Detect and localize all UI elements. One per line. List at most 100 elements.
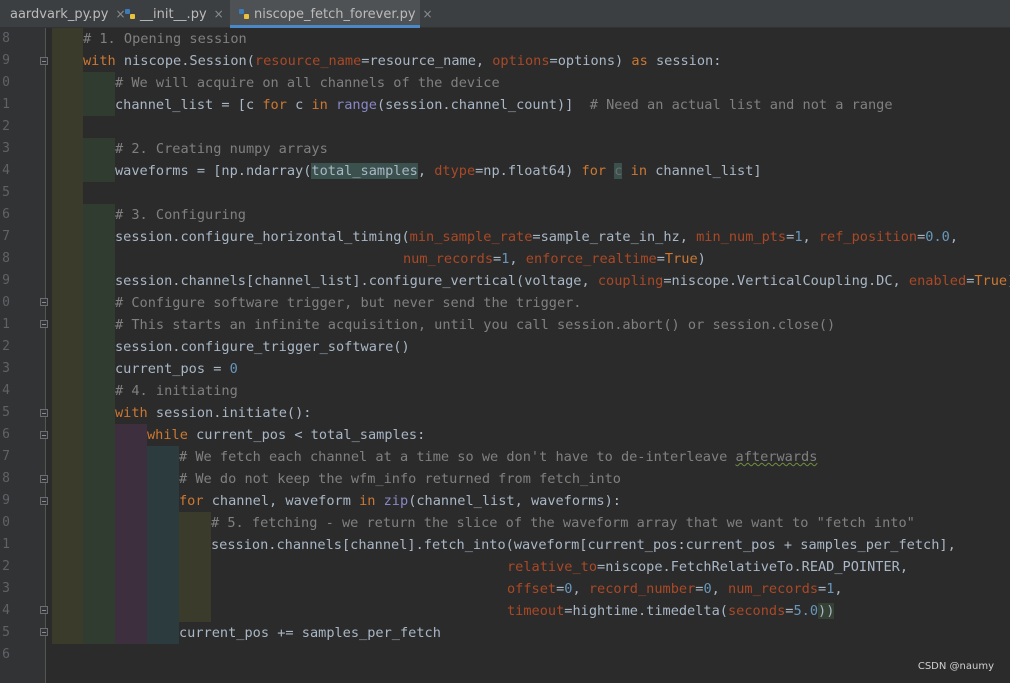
code-text: (session.channel_count)] xyxy=(376,97,590,113)
code-text: (channel_list, waveforms): xyxy=(408,493,621,509)
code-line: # 2. Creating numpy arrays xyxy=(115,138,328,160)
indent-guide-level-2 xyxy=(83,204,115,644)
code-line: offset=0, record_number=0, num_records=1… xyxy=(507,578,843,600)
number: 1 xyxy=(794,229,803,245)
code-line: current_pos += samples_per_fetch xyxy=(179,622,441,644)
line-number: 7 xyxy=(2,449,10,464)
close-icon[interactable]: × xyxy=(214,7,224,21)
code-line: # 5. fetching - we return the slice of t… xyxy=(211,512,915,534)
tab-niscope-fetch-forever[interactable]: niscope_fetch_forever.py × xyxy=(230,0,433,28)
fold-toggle-icon[interactable] xyxy=(40,409,48,417)
parameter: record_number xyxy=(588,581,696,597)
fold-toggle-icon[interactable] xyxy=(40,497,48,505)
line-number: 9 xyxy=(2,493,10,508)
line-number: 2 xyxy=(2,339,10,354)
code-text: niscope.Session( xyxy=(115,53,255,69)
code-line: while current_pos < total_samples: xyxy=(147,424,425,446)
code-text: current_pos < total_samples: xyxy=(187,427,426,443)
keyword: for xyxy=(179,493,204,509)
parameter: num_records xyxy=(728,581,819,597)
keyword: for xyxy=(581,163,607,179)
parameter: resource_name xyxy=(254,53,362,69)
parameter: enforce_realtime xyxy=(525,251,657,267)
number: 0.0 xyxy=(925,229,950,245)
code-text: )) xyxy=(818,603,835,619)
code-text: = xyxy=(656,251,665,267)
parameter: dtype xyxy=(434,163,476,179)
code-text: c xyxy=(286,97,312,113)
fold-toggle-icon[interactable] xyxy=(40,298,48,306)
line-number: 3 xyxy=(2,141,10,156)
python-file-icon xyxy=(239,9,249,19)
code-line: relative_to=niscope.FetchRelativeTo.READ… xyxy=(507,556,908,578)
tab-init-py[interactable]: __init__.py × xyxy=(124,0,228,28)
code-line: # 4. initiating xyxy=(115,380,238,402)
parameter: options xyxy=(492,53,550,69)
line-number-gutter[interactable]: 8 9 0 1 2 3 4 5 6 7 8 9 0 1 2 3 4 5 6 7 … xyxy=(0,28,48,683)
code-text: =options) xyxy=(549,53,632,69)
code-text: session.initiate(): xyxy=(147,405,312,421)
code-line: with niscope.Session(resource_name=resou… xyxy=(83,50,721,72)
tab-label: __init__.py xyxy=(140,7,207,22)
code-text: =np.float64) xyxy=(475,163,582,179)
code-text: channel_list] xyxy=(647,163,762,179)
parameter: min_sample_rate xyxy=(409,229,533,245)
tab-aardvark-py[interactable]: aardvark_py.py × xyxy=(0,0,126,28)
code-text: , xyxy=(509,251,526,267)
fold-toggle-icon[interactable] xyxy=(40,606,48,614)
code-text: , xyxy=(834,581,843,597)
fold-toggle-icon[interactable] xyxy=(40,475,48,483)
comment-typo: afterwards xyxy=(735,449,818,465)
code-line: # We will acquire on all channels of the… xyxy=(115,72,500,94)
fold-toggle-icon[interactable] xyxy=(40,431,48,439)
close-icon[interactable]: × xyxy=(423,7,433,21)
code-text: session.configure_horizontal_timing( xyxy=(115,229,410,245)
code-text: =niscope.FetchRelativeTo.READ_POINTER, xyxy=(597,559,909,575)
fold-toggle-icon[interactable] xyxy=(40,320,48,328)
code-line: with session.initiate(): xyxy=(115,402,311,424)
code-text: current_pos += samples_per_fetch xyxy=(179,625,441,641)
parameter: timeout xyxy=(507,603,565,619)
fold-toggle-icon[interactable] xyxy=(40,628,48,636)
fold-toggle-icon[interactable] xyxy=(40,57,48,65)
line-number: 3 xyxy=(2,581,10,596)
parameter: seconds xyxy=(727,603,786,619)
keyword: with xyxy=(115,405,148,421)
code-text: session.configure_trigger_software() xyxy=(115,339,410,355)
code-text: =niscope.VerticalCoupling.DC, xyxy=(663,273,909,289)
comment: # 2. Creating numpy arrays xyxy=(115,141,328,157)
editor-tab-bar: aardvark_py.py × __init__.py × niscope_fet… xyxy=(0,0,1010,28)
code-line: # 3. Configuring xyxy=(115,204,246,226)
code-text: =sample_rate_in_hz, xyxy=(532,229,697,245)
keyword: True xyxy=(974,273,1008,289)
indent-guide-level-2 xyxy=(83,72,115,116)
tab-label: niscope_fetch_forever.py xyxy=(254,7,416,22)
line-number: 4 xyxy=(2,603,10,618)
builtin: zip xyxy=(383,493,409,509)
comment: # 3. Configuring xyxy=(115,207,246,223)
line-number: 6 xyxy=(2,647,10,662)
code-text: = xyxy=(818,581,827,597)
line-number: 2 xyxy=(2,559,10,574)
line-number: 3 xyxy=(2,361,10,376)
code-line: waveforms = [np.ndarray(total_samples, d… xyxy=(115,160,762,182)
parameter: coupling xyxy=(597,273,664,289)
code-text: current_pos = xyxy=(115,361,230,377)
code-line: # We do not keep the wfm_info returned f… xyxy=(179,468,621,490)
comment: # We will acquire on all channels of the… xyxy=(115,75,500,91)
keyword: while xyxy=(147,427,188,443)
code-text: ) xyxy=(697,251,706,267)
code-text: =hightime.timedelta( xyxy=(564,603,728,619)
line-number: 5 xyxy=(2,185,10,200)
python-file-icon xyxy=(125,9,135,19)
parameter: relative_to xyxy=(507,559,598,575)
code-line: num_records=1, enforce_realtime=True) xyxy=(403,248,706,270)
code-text: , xyxy=(949,229,959,245)
code-text: =resource_name, xyxy=(361,53,493,69)
comment: # 1. Opening session xyxy=(83,31,247,47)
code-line: # We fetch each channel at a time so we … xyxy=(179,446,817,468)
code-text: , xyxy=(711,581,729,597)
keyword: True xyxy=(664,251,698,267)
